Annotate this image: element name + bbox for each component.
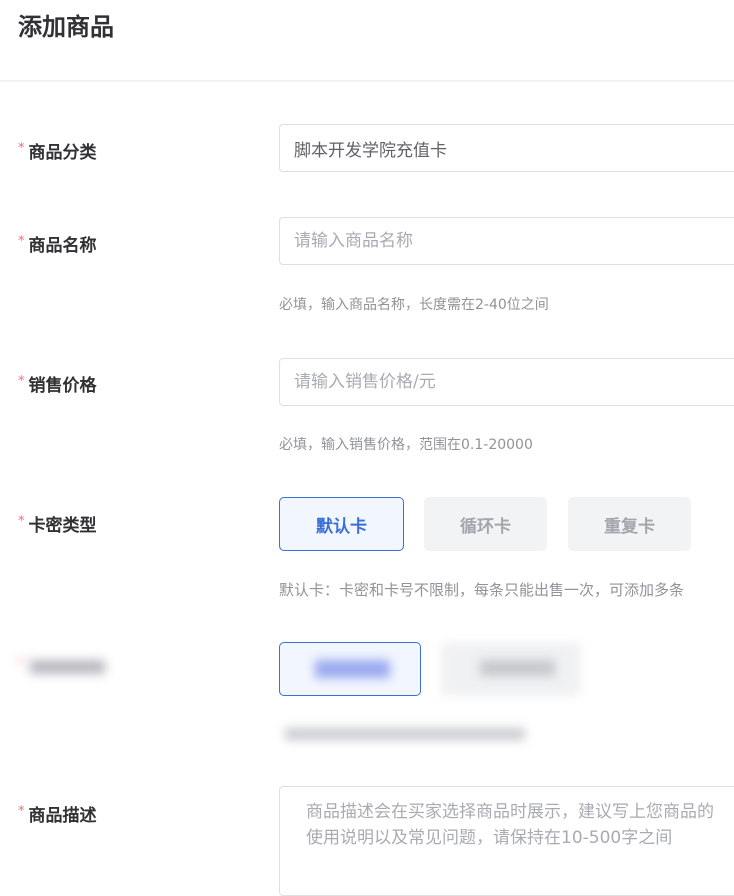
category-label: * 商品分类: [18, 141, 97, 163]
description-label: * 商品描述: [18, 804, 97, 826]
name-input[interactable]: [279, 217, 734, 265]
card-type-label: * 卡密类型: [18, 514, 97, 536]
required-mark: *: [18, 804, 25, 819]
redacted-hint: [285, 728, 525, 740]
card-type-loop-button[interactable]: 循环卡: [424, 497, 547, 551]
redacted-option-active-text: [315, 660, 390, 678]
price-input[interactable]: [279, 358, 734, 406]
required-mark: *: [18, 234, 25, 249]
name-hint: 必填，输入商品名称，长度需在2-40位之间: [279, 297, 549, 313]
required-mark: *: [18, 374, 25, 389]
redacted-option-inactive-text: [480, 660, 555, 676]
required-mark: *: [18, 514, 25, 529]
card-type-repeat-button[interactable]: 重复卡: [568, 497, 691, 551]
category-field[interactable]: [279, 124, 734, 172]
card-type-default-button[interactable]: 默认卡: [279, 497, 404, 551]
redacted-required-mark: [18, 658, 24, 662]
page-header: 添加商品: [0, 0, 734, 82]
card-type-hint: 默认卡：卡密和卡号不限制，每条只能出售一次，可添加多条: [279, 581, 685, 599]
description-textarea[interactable]: [279, 786, 734, 896]
name-label: * 商品名称: [18, 234, 97, 256]
price-label: * 销售价格: [18, 374, 97, 396]
redacted-label: [30, 660, 105, 674]
page-title: 添加商品: [18, 13, 114, 41]
required-mark: *: [18, 141, 25, 156]
price-hint: 必填，输入销售价格，范围在0.1-20000: [279, 437, 533, 453]
